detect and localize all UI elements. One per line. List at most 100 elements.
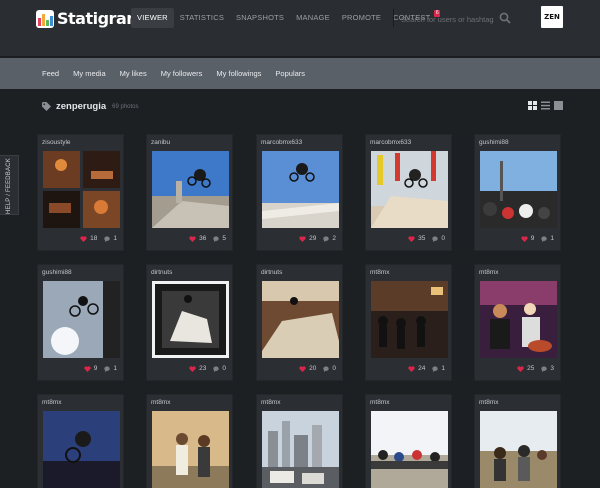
photo-thumbnail[interactable]: [371, 151, 448, 228]
comment-icon[interactable]: [323, 235, 330, 242]
photo-thumbnail[interactable]: [152, 281, 229, 358]
photo-card[interactable]: mt8mx: [146, 394, 233, 488]
list-view-icon[interactable]: [541, 101, 550, 110]
photo-thumbnail[interactable]: [371, 411, 448, 488]
top-bar: Statigram VIEWER STATISTICS SNAPSHOTS MA…: [0, 0, 600, 57]
sub-nav: Feed My media My likes My followers My f…: [0, 58, 600, 89]
avatar[interactable]: ZEN: [541, 6, 563, 28]
photo-card[interactable]: gushimi88 91: [474, 134, 561, 251]
photo-username[interactable]: mt8mx: [479, 399, 499, 406]
photo-card[interactable]: dirtnuts 20 0: [256, 264, 343, 381]
photo-username[interactable]: mt8mx: [151, 399, 171, 406]
nav-viewer[interactable]: VIEWER: [131, 8, 174, 28]
photo-card[interactable]: mt8mx: [37, 394, 124, 488]
photo-thumbnail[interactable]: [371, 281, 448, 358]
search-input[interactable]: [394, 10, 494, 29]
subnav-my-followers[interactable]: My followers: [154, 58, 210, 89]
comment-icon[interactable]: [432, 235, 439, 242]
tag-icon: [42, 102, 51, 111]
photo-thumbnail[interactable]: [480, 411, 557, 488]
photo-username[interactable]: zanibu: [151, 139, 170, 146]
photo-thumbnail[interactable]: [480, 151, 557, 228]
photo-username[interactable]: mt8mx: [370, 269, 390, 276]
subnav-my-media[interactable]: My media: [66, 58, 113, 89]
heart-icon[interactable]: [189, 235, 196, 242]
photo-card[interactable]: mt8mx: [365, 394, 452, 488]
photo-thumbnail[interactable]: [43, 151, 120, 228]
photo-card[interactable]: zanibu 36 5: [146, 134, 233, 251]
logo-text: Statigram: [57, 9, 143, 28]
photo-username[interactable]: mt8mx: [370, 399, 390, 406]
logo[interactable]: Statigram: [36, 9, 143, 28]
comment-icon[interactable]: [104, 365, 111, 372]
photo-username[interactable]: marcobmx633: [261, 139, 302, 146]
tag-name: zenperugia: [56, 101, 107, 112]
comment-count: 0: [332, 365, 336, 372]
large-view-icon[interactable]: [554, 101, 563, 110]
photo-stats: 20 0: [299, 365, 336, 372]
heart-icon[interactable]: [408, 365, 415, 372]
heart-icon[interactable]: [84, 365, 91, 372]
logo-icon: [36, 9, 54, 28]
comment-icon[interactable]: [541, 365, 548, 372]
comment-count: 2: [332, 235, 336, 242]
photo-stats: 18 1: [80, 235, 117, 242]
comment-icon[interactable]: [432, 365, 439, 372]
comment-count: 1: [441, 365, 445, 372]
heart-icon[interactable]: [189, 365, 196, 372]
photo-username[interactable]: zisoustyle: [42, 139, 71, 146]
photo-card[interactable]: marcobmx633 29 2: [256, 134, 343, 251]
photo-card[interactable]: mt8mx 24 1: [365, 264, 452, 381]
comment-icon[interactable]: [323, 365, 330, 372]
photo-username[interactable]: gushimi88: [42, 269, 72, 276]
photo-username[interactable]: gushimi88: [479, 139, 509, 146]
photo-card[interactable]: marcobmx633 35 0: [365, 134, 452, 251]
nav-snapshots[interactable]: SNAPSHOTS: [230, 8, 290, 28]
grid-view-icon[interactable]: [528, 101, 537, 110]
photo-username[interactable]: marcobmx633: [370, 139, 411, 146]
photo-username[interactable]: mt8mx: [261, 399, 281, 406]
heart-icon[interactable]: [408, 235, 415, 242]
photo-card[interactable]: mt8mx: [256, 394, 343, 488]
like-count: 35: [418, 235, 426, 242]
heart-icon[interactable]: [80, 235, 87, 242]
photo-stats: 91: [521, 235, 554, 242]
photo-thumbnail[interactable]: [43, 411, 120, 488]
photo-username[interactable]: dirtnuts: [261, 269, 282, 276]
photo-username[interactable]: mt8mx: [479, 269, 499, 276]
subnav-my-likes[interactable]: My likes: [113, 58, 154, 89]
comment-icon[interactable]: [541, 235, 548, 242]
photo-card[interactable]: zisoustyle 18 1: [37, 134, 124, 251]
nav-manage[interactable]: MANAGE: [290, 8, 336, 28]
photo-card[interactable]: gushimi88 91: [37, 264, 124, 381]
nav-promote[interactable]: PROMOTE: [336, 8, 387, 28]
photo-card[interactable]: mt8mx 25 3: [474, 264, 561, 381]
heart-icon[interactable]: [517, 365, 524, 372]
subnav-my-followings[interactable]: My followings: [209, 58, 268, 89]
subnav-populars[interactable]: Populars: [268, 58, 312, 89]
heart-icon[interactable]: [299, 365, 306, 372]
like-count: 29: [309, 235, 317, 242]
comment-icon[interactable]: [104, 235, 111, 242]
photo-username[interactable]: mt8mx: [42, 399, 62, 406]
photo-thumbnail[interactable]: [262, 151, 339, 228]
search-icon[interactable]: [499, 12, 511, 24]
photo-thumbnail[interactable]: [152, 151, 229, 228]
comment-icon[interactable]: [213, 235, 220, 242]
comment-icon[interactable]: [213, 365, 220, 372]
feedback-tab[interactable]: HELP / FEEDBACK: [0, 155, 19, 215]
photo-thumbnail[interactable]: [480, 281, 557, 358]
heart-icon[interactable]: [521, 235, 528, 242]
nav-statistics[interactable]: STATISTICS: [174, 8, 230, 28]
photo-card[interactable]: mt8mx: [474, 394, 561, 488]
photo-username[interactable]: dirtnuts: [151, 269, 172, 276]
photo-card[interactable]: dirtnuts 23 0: [146, 264, 233, 381]
like-count: 9: [530, 235, 535, 242]
photo-thumbnail[interactable]: [262, 411, 339, 488]
comment-count: 0: [441, 235, 445, 242]
photo-thumbnail[interactable]: [43, 281, 120, 358]
photo-thumbnail[interactable]: [152, 411, 229, 488]
subnav-feed[interactable]: Feed: [35, 58, 66, 89]
photo-thumbnail[interactable]: [262, 281, 339, 358]
heart-icon[interactable]: [299, 235, 306, 242]
